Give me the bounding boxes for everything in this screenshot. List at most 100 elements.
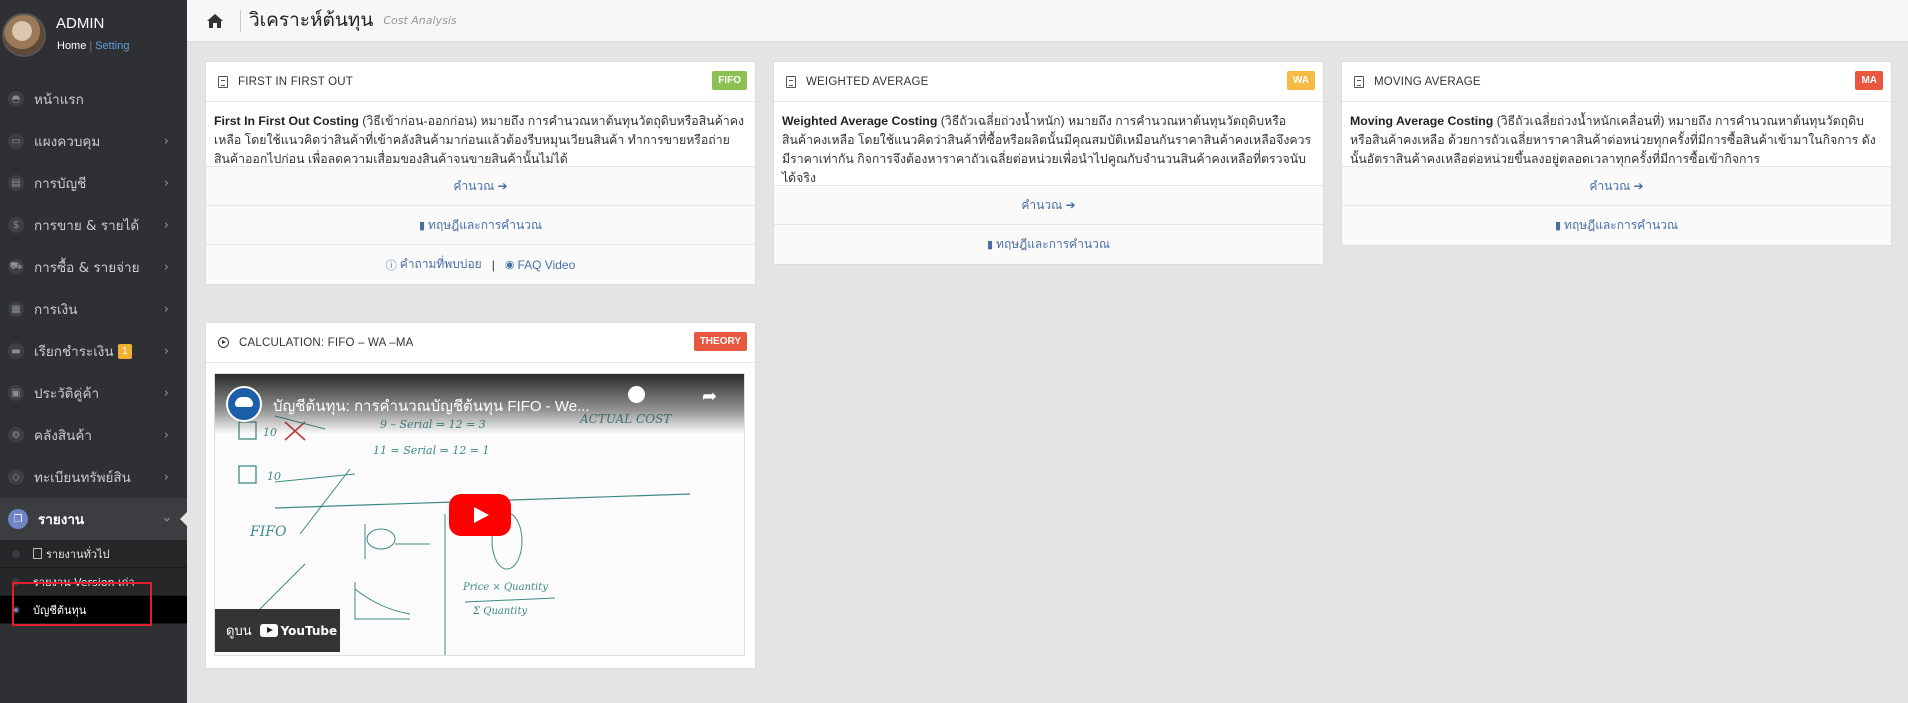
faq-video-link[interactable]: FAQ Video (517, 258, 575, 272)
sidebar-item-assets[interactable]: ◇ ทะเบียนทรัพย์สิน › (0, 456, 187, 498)
book-icon: ▮ (986, 239, 994, 251)
sidebar-item-sales[interactable]: $ การขาย & รายได้ › (0, 204, 187, 246)
play-circle-icon: ◉ (504, 259, 515, 271)
page-title: วิเคราะห์ต้นทุน (240, 9, 373, 32)
video-title[interactable]: บัญชีต้นทุน: การคำนวณบัญชีต้นทุน FIFO - … (273, 394, 590, 418)
card-header: WEIGHTED AVERAGE WA (774, 62, 1323, 102)
submenu-item-label: รายงานทั่วไป (46, 547, 110, 561)
chevron-right-icon: › (163, 344, 169, 359)
bullet-icon (12, 550, 20, 558)
sidebar-item-billing[interactable]: ▬ เรียกชำระเงิน 1 › (0, 330, 187, 372)
sidebar: ADMIN Home | Setting ◓ หน้าแรก ▭ แผงควบคุม › … (0, 0, 187, 703)
sidebar-item-purchases[interactable]: ⛟ การซื้อ & รายจ่าย › (0, 246, 187, 288)
profile-links: Home | Setting (57, 40, 129, 52)
separator: | (491, 257, 495, 272)
sidebar-item-label: หน้าแรก (34, 92, 84, 108)
term-name: First In First Out Costing (214, 114, 359, 128)
term-name: Weighted Average Costing (782, 114, 938, 128)
calculate-link[interactable]: คำนวณ ➔ (206, 167, 755, 206)
whiteboard-text: 11 = Serial ⇒ 12 = 1 (373, 444, 490, 457)
home-link[interactable]: Home (57, 40, 86, 52)
setting-link[interactable]: Setting (95, 40, 129, 52)
contacts-icon: ▣ (8, 385, 24, 401)
card-description: Weighted Average Costing (วิธีถัวเฉลี่ยถ… (774, 102, 1323, 186)
chevron-right-icon: › (163, 176, 169, 191)
selection-highlight (12, 582, 152, 626)
cart-icon: ⛟ (8, 259, 24, 275)
youtube-play-icon (259, 624, 278, 637)
page-header: วิเคราะห์ต้นทุน Cost Analysis (187, 0, 1908, 42)
chevron-right-icon: › (163, 428, 169, 443)
calculate-link[interactable]: คำนวณ ➔ (774, 186, 1323, 225)
youtube-play-button[interactable] (449, 494, 511, 536)
sidebar-item-label: ทะเบียนทรัพย์สิน (34, 470, 131, 486)
avatar[interactable] (2, 13, 46, 57)
youtube-embed[interactable]: 10 10 9 – Serial ⇒ 12 = 3 11 = Serial ⇒ … (214, 373, 745, 656)
card-header: MOVING AVERAGE MA (1342, 62, 1891, 102)
calendar-icon: ▦ (8, 301, 24, 317)
document-icon (218, 75, 228, 88)
theory-link[interactable]: ▮ ทฤษฎีและการคำนวณ (206, 206, 755, 245)
book-icon: ▮ (418, 219, 426, 232)
chevron-right-icon: › (163, 386, 169, 401)
card-header: CALCULATION: FIFO – WA –MA THEORY (206, 323, 755, 363)
card-description: Moving Average Costing (วิธีถัวเฉลี่ยถ่ว… (1342, 102, 1891, 167)
fifo-card: FIRST IN FIRST OUT FIFO First In First O… (205, 61, 756, 285)
sidebar-item-finance[interactable]: ▦ การเงิน › (0, 288, 187, 330)
youtube-logo: YouTube (259, 623, 338, 638)
wa-badge: WA (1286, 71, 1315, 90)
term-name: Moving Average Costing (1350, 114, 1494, 128)
sidebar-item-label: การขาย & รายได้ (34, 218, 140, 234)
whiteboard-text: Σ Quantity (473, 606, 528, 617)
document-icon (1354, 75, 1364, 88)
card-title: CALCULATION: FIFO – WA –MA (239, 336, 414, 349)
sidebar-item-label: การซื้อ & รายจ่าย (34, 260, 140, 276)
share-icon[interactable]: ➦ (702, 386, 717, 407)
diamond-icon: ◇ (8, 469, 24, 485)
theory-link-label: ทฤษฎีและการคำนวณ (428, 217, 543, 232)
user-profile: ADMIN Home | Setting (0, 0, 187, 78)
chevron-right-icon: › (163, 302, 169, 317)
monitor-icon: ▭ (8, 133, 24, 149)
video-card: CALCULATION: FIFO – WA –MA THEORY 10 10 … (205, 322, 756, 669)
submenu-item-general-report[interactable]: รายงานทั่วไป (0, 540, 187, 568)
count-badge: 1 (117, 343, 133, 359)
theory-link[interactable]: ▮ ทฤษฎีและการคำนวณ (774, 225, 1323, 264)
fifo-badge: FIFO (712, 71, 747, 90)
chevron-right-icon: › (163, 134, 169, 149)
watch-later-icon[interactable] (628, 386, 645, 403)
sidebar-item-reports[interactable]: ❐ รายงาน › (0, 498, 187, 540)
sidebar-item-label: เรียกชำระเงิน (34, 344, 114, 360)
sidebar-item-inventory[interactable]: ⚙ คลังสินค้า › (0, 414, 187, 456)
theory-link-label: ทฤษฎีและการคำนวณ (1564, 218, 1679, 232)
sidebar-item-label: แผงควบคุม (34, 134, 101, 150)
sidebar-item-home[interactable]: ◓ หน้าแรก (0, 78, 187, 120)
sidebar-item-label: การเงิน (34, 302, 78, 318)
ma-badge: MA (1855, 71, 1883, 90)
calculate-link[interactable]: คำนวณ ➔ (1342, 167, 1891, 206)
sidebar-item-partners[interactable]: ▣ ประวัติคู่ค้า › (0, 372, 187, 414)
card-icon: ▬ (8, 343, 24, 359)
document-icon (786, 75, 796, 88)
faq-link[interactable]: คำถามที่พบบ่อย (400, 255, 482, 274)
active-indicator (180, 512, 187, 526)
document-icon (33, 548, 42, 559)
channel-avatar[interactable] (226, 386, 262, 422)
sidebar-item-label: รายงาน (38, 512, 85, 528)
chevron-right-icon: › (163, 470, 169, 485)
card-header: FIRST IN FIRST OUT FIFO (206, 62, 755, 102)
watch-on-youtube-button[interactable]: ดูบน YouTube (215, 609, 340, 652)
whiteboard-text: Price × Quantity (463, 582, 548, 593)
book-icon: ▤ (8, 175, 24, 191)
card-description: First In First Out Costing (วิธีเข้าก่อน… (206, 102, 755, 167)
theory-badge: THEORY (693, 332, 747, 351)
sidebar-item-control-panel[interactable]: ▭ แผงควบคุม › (0, 120, 187, 162)
sidebar-item-label: การบัญชี (34, 176, 87, 192)
card-title: MOVING AVERAGE (1374, 75, 1481, 88)
moving-average-card: MOVING AVERAGE MA Moving Average Costing… (1341, 61, 1892, 246)
youtube-wordmark: YouTube (280, 623, 338, 638)
home-icon[interactable] (206, 13, 224, 29)
page-subtitle: Cost Analysis (383, 14, 457, 27)
theory-link[interactable]: ▮ ทฤษฎีและการคำนวณ (1342, 206, 1891, 245)
sidebar-item-accounting[interactable]: ▤ การบัญชี › (0, 162, 187, 204)
